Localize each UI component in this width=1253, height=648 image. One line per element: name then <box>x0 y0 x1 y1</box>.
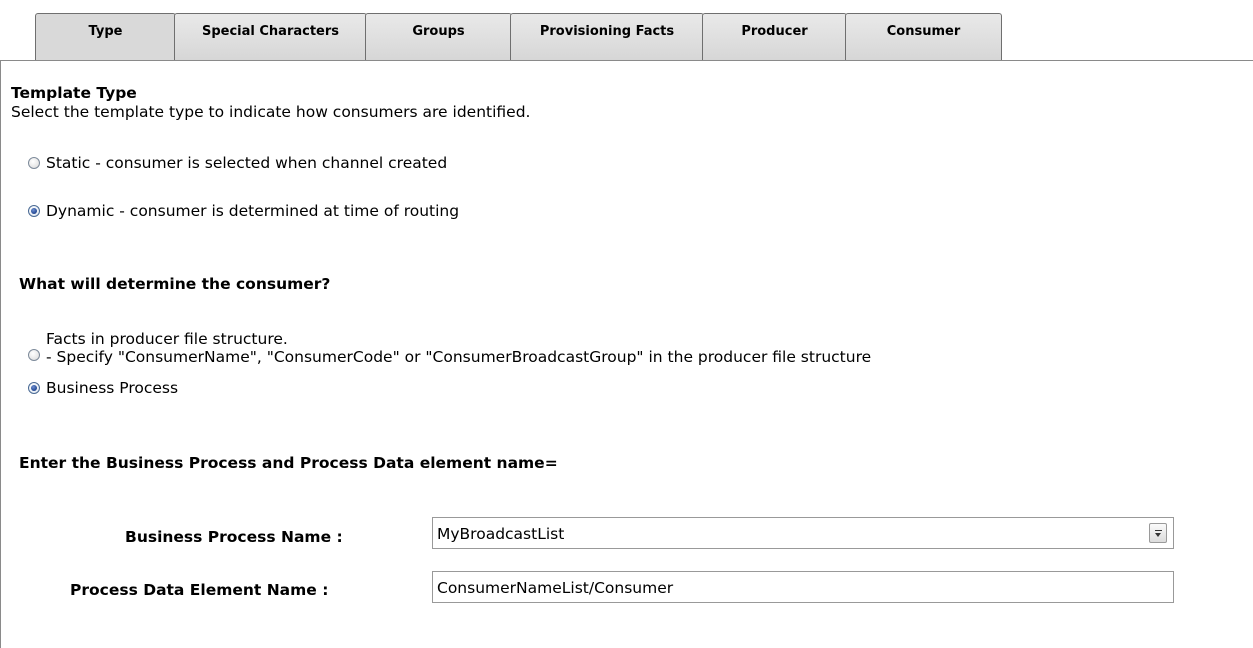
tab-consumer[interactable]: Consumer <box>845 13 1002 61</box>
template-type-description: Select the template type to indicate how… <box>11 103 531 121</box>
tab-bar: Type Special Characters Groups Provision… <box>0 0 1253 61</box>
tab-groups[interactable]: Groups <box>365 13 512 61</box>
radio-static[interactable] <box>28 157 40 169</box>
type-tab-panel: Template Type Select the template type t… <box>0 60 1253 648</box>
radio-dynamic-label[interactable]: Dynamic - consumer is determined at time… <box>46 202 459 220</box>
radio-facts-sublabel: - Specify "ConsumerName", "ConsumerCode"… <box>46 348 872 366</box>
tab-type[interactable]: Type <box>35 13 176 61</box>
consumer-determination-heading: What will determine the consumer? <box>19 275 331 293</box>
process-data-element-name-value: ConsumerNameList/Consumer <box>437 579 674 597</box>
radio-facts-label[interactable]: Facts in producer file structure. <box>46 330 288 348</box>
tab-provisioning-facts[interactable]: Provisioning Facts <box>510 13 704 61</box>
radio-business-process-label[interactable]: Business Process <box>46 379 178 397</box>
dropdown-arrow-icon[interactable] <box>1149 523 1167 543</box>
radio-dynamic[interactable] <box>28 205 40 217</box>
business-process-name-select[interactable]: MyBroadcastList <box>432 517 1174 549</box>
tab-special-characters[interactable]: Special Characters <box>174 13 367 61</box>
tab-producer[interactable]: Producer <box>702 13 847 61</box>
dropdown-triangle-mark <box>1155 533 1161 537</box>
process-data-element-name-label: Process Data Element Name : <box>70 581 329 599</box>
radio-facts-in-producer[interactable] <box>28 349 40 361</box>
business-process-name-label: Business Process Name : <box>125 528 343 546</box>
dropdown-bar-mark <box>1155 530 1162 531</box>
business-process-name-value: MyBroadcastList <box>437 525 565 543</box>
business-process-heading: Enter the Business Process and Process D… <box>19 454 558 472</box>
radio-static-label[interactable]: Static - consumer is selected when chann… <box>46 154 447 172</box>
process-data-element-name-input[interactable]: ConsumerNameList/Consumer <box>432 571 1174 603</box>
template-type-heading: Template Type <box>11 84 137 102</box>
radio-business-process[interactable] <box>28 382 40 394</box>
